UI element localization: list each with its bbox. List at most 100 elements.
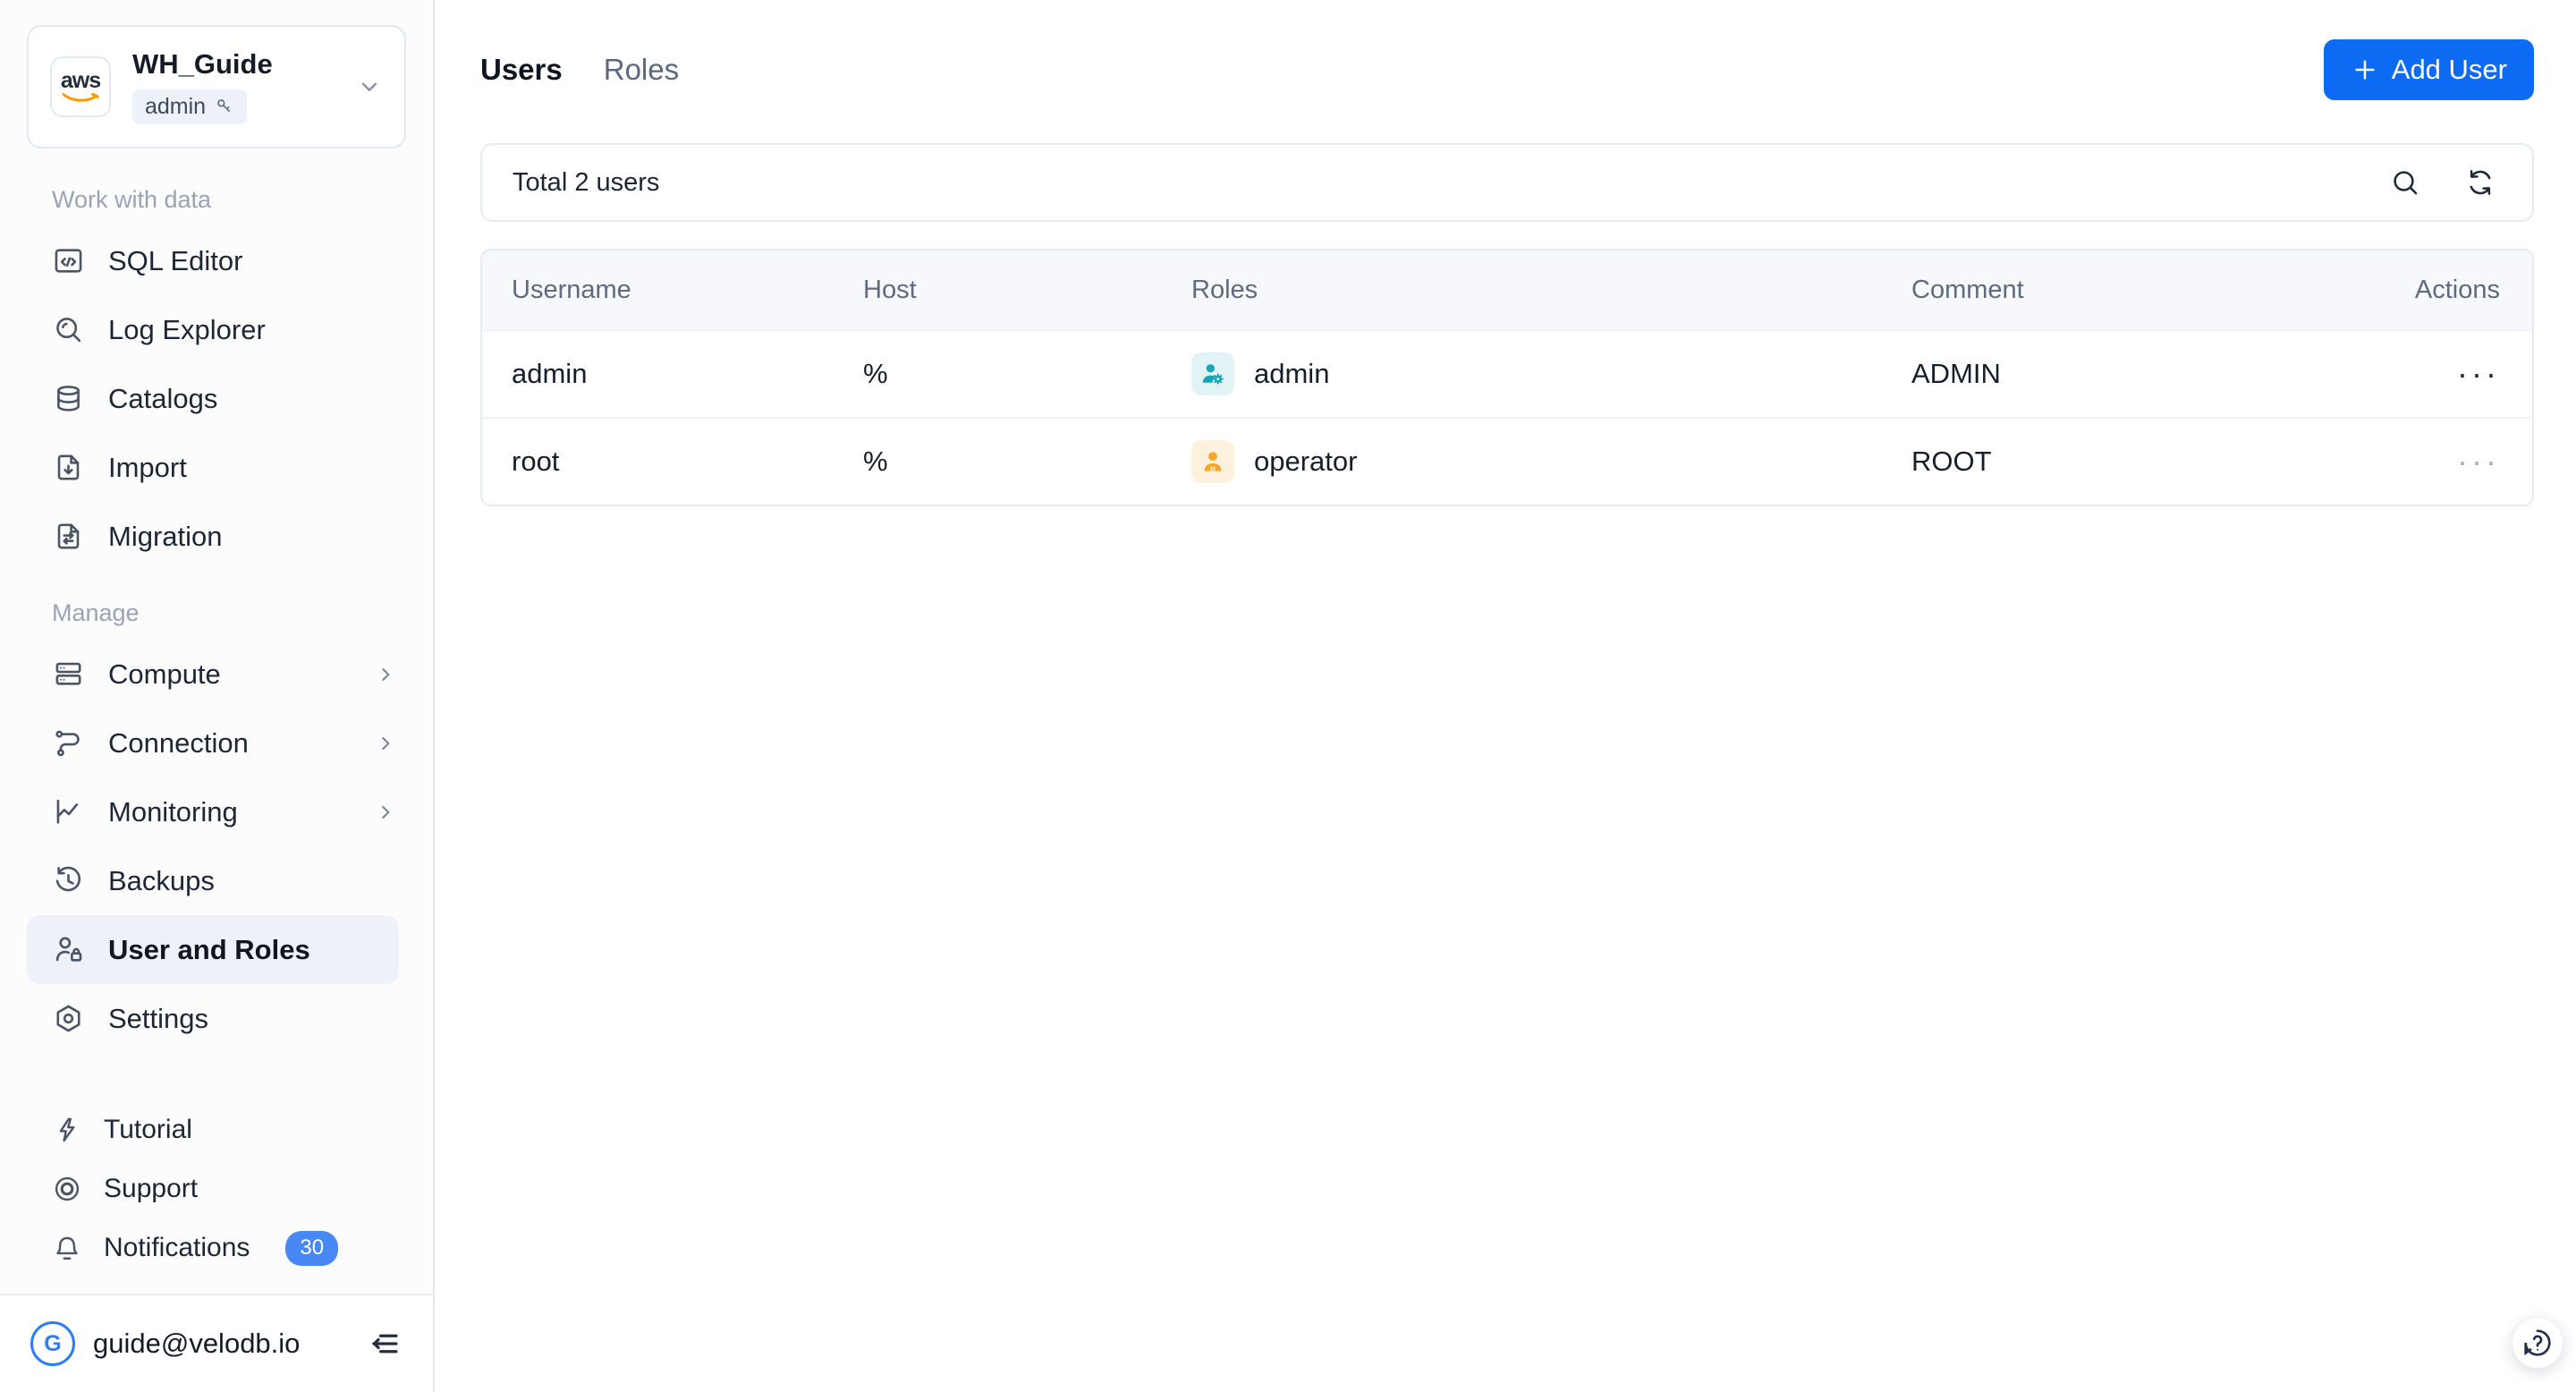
sidebar-item-label: Backups [108,864,215,896]
workspace-role-label: admin [145,93,207,119]
sidebar-item-label: User and Roles [108,933,310,965]
help-icon [2524,1329,2551,1356]
chevron-right-icon [374,801,397,824]
settings-icon [52,1002,85,1035]
compute-icon [52,658,85,691]
sidebar-utility-group: Tutorial Support Notifications 30 [0,1100,433,1294]
sidebar: aws WH_Guide admin Work with data SQL Ed… [0,0,435,1392]
workspace-info: WH_Guide admin [132,48,273,124]
sidebar-item-label: Log Explorer [108,313,266,345]
role-operator-icon [1191,440,1234,483]
account-email: guide@velodb.io [93,1328,301,1359]
column-header-actions: Actions [2414,275,2500,304]
sidebar-item-label: Monitoring [108,795,238,828]
sidebar-item-label: Notifications [104,1233,250,1262]
catalogs-icon [52,382,85,415]
total-users-text: Total 2 users [513,167,660,197]
comment-cell: ADMIN [1911,358,2001,389]
aws-logo-text: aws [60,68,101,93]
support-icon [52,1174,82,1204]
sidebar-item-notifications[interactable]: Notifications 30 [0,1218,433,1277]
toolbar-icons [2389,166,2496,199]
sidebar-item-label: Connection [108,726,249,759]
sidebar-item-catalogs[interactable]: Catalogs [0,364,433,433]
main-content: Users Roles Add User Total 2 users Usern… [435,0,2576,1392]
backups-icon [52,864,85,897]
avatar: G [30,1321,75,1366]
sidebar-item-compute[interactable]: Compute [0,640,433,709]
sidebar-item-settings[interactable]: Settings [0,984,433,1053]
username-cell: root [512,446,560,477]
username-cell: admin [512,358,588,389]
aws-logo: aws [50,56,111,117]
main-header: Users Roles Add User [480,39,2534,100]
row-actions-button[interactable]: ··· [2348,358,2500,390]
users-toolbar: Total 2 users [480,143,2534,222]
tab-users[interactable]: Users [480,53,563,87]
notifications-count-badge: 30 [285,1230,339,1266]
sql-editor-icon [52,244,85,277]
aws-smile-icon [62,93,99,102]
table-row: admin % admin ADMIN ··· [482,329,2532,417]
tab-roles[interactable]: Roles [604,53,679,87]
sidebar-item-label: Migration [108,520,223,552]
sidebar-item-user-and-roles[interactable]: User and Roles [27,915,399,984]
search-icon [2394,171,2418,195]
connection-icon [52,726,85,760]
import-icon [52,451,85,484]
migration-icon [52,520,85,553]
host-cell: % [863,446,888,477]
sidebar-item-connection[interactable]: Connection [0,709,433,777]
user-roles-icon [52,933,85,966]
sidebar-nav: Work with data SQL Editor Log Explorer C… [0,149,433,1294]
column-header-roles: Roles [1191,275,1258,304]
role-name: operator [1254,446,1358,477]
host-cell: % [863,358,888,389]
refresh-icon [2470,170,2491,195]
workspace-name: WH_Guide [132,48,273,81]
log-explorer-icon [52,313,85,346]
search-button[interactable] [2389,166,2421,199]
column-header-username: Username [512,275,631,304]
sidebar-item-label: Import [108,451,187,483]
monitoring-icon [52,795,85,828]
refresh-button[interactable] [2464,166,2496,199]
sidebar-item-label: SQL Editor [108,244,243,276]
help-button[interactable] [2512,1317,2563,1369]
sidebar-item-label: Tutorial [104,1115,192,1144]
tabs: Users Roles [480,53,679,87]
add-user-button[interactable]: Add User [2323,39,2534,100]
roles-cell: operator [1191,440,1911,483]
sidebar-item-label: Catalogs [108,382,218,414]
collapse-sidebar-icon [372,1334,398,1354]
workspace-selector[interactable]: aws WH_Guide admin [27,25,406,149]
sidebar-item-tutorial[interactable]: Tutorial [0,1100,433,1159]
sidebar-item-label: Compute [108,658,221,690]
sidebar-item-support[interactable]: Support [0,1159,433,1218]
sidebar-item-monitoring[interactable]: Monitoring [0,777,433,846]
add-user-label: Add User [2391,54,2507,85]
sidebar-item-migration[interactable]: Migration [0,502,433,571]
comment-cell: ROOT [1911,446,1992,477]
role-admin-icon [1191,352,1234,395]
table-header-row: Username Host Roles Comment Actions [482,250,2532,329]
sidebar-footer: G guide@velodb.io [0,1294,433,1392]
workspace-role-badge: admin [132,89,248,124]
sidebar-item-sql-editor[interactable]: SQL Editor [0,226,433,295]
role-name: admin [1254,358,1330,389]
column-header-host: Host [863,275,917,304]
table-row: root % operator ROOT ··· [482,417,2532,505]
sidebar-item-label: Settings [108,1002,209,1034]
sidebar-item-log-explorer[interactable]: Log Explorer [0,295,433,364]
column-header-comment: Comment [1911,275,2024,304]
collapse-sidebar-button[interactable] [365,1325,402,1362]
sidebar-item-label: Support [104,1174,199,1203]
section-label-manage: Manage [52,599,140,626]
row-actions-button[interactable]: ··· [2348,446,2500,478]
users-table: Username Host Roles Comment Actions admi… [480,249,2534,506]
plus-icon [2351,55,2379,84]
sidebar-item-import[interactable]: Import [0,433,433,502]
chevron-right-icon [374,663,397,686]
sidebar-item-backups[interactable]: Backups [0,846,433,915]
key-icon [217,99,231,113]
